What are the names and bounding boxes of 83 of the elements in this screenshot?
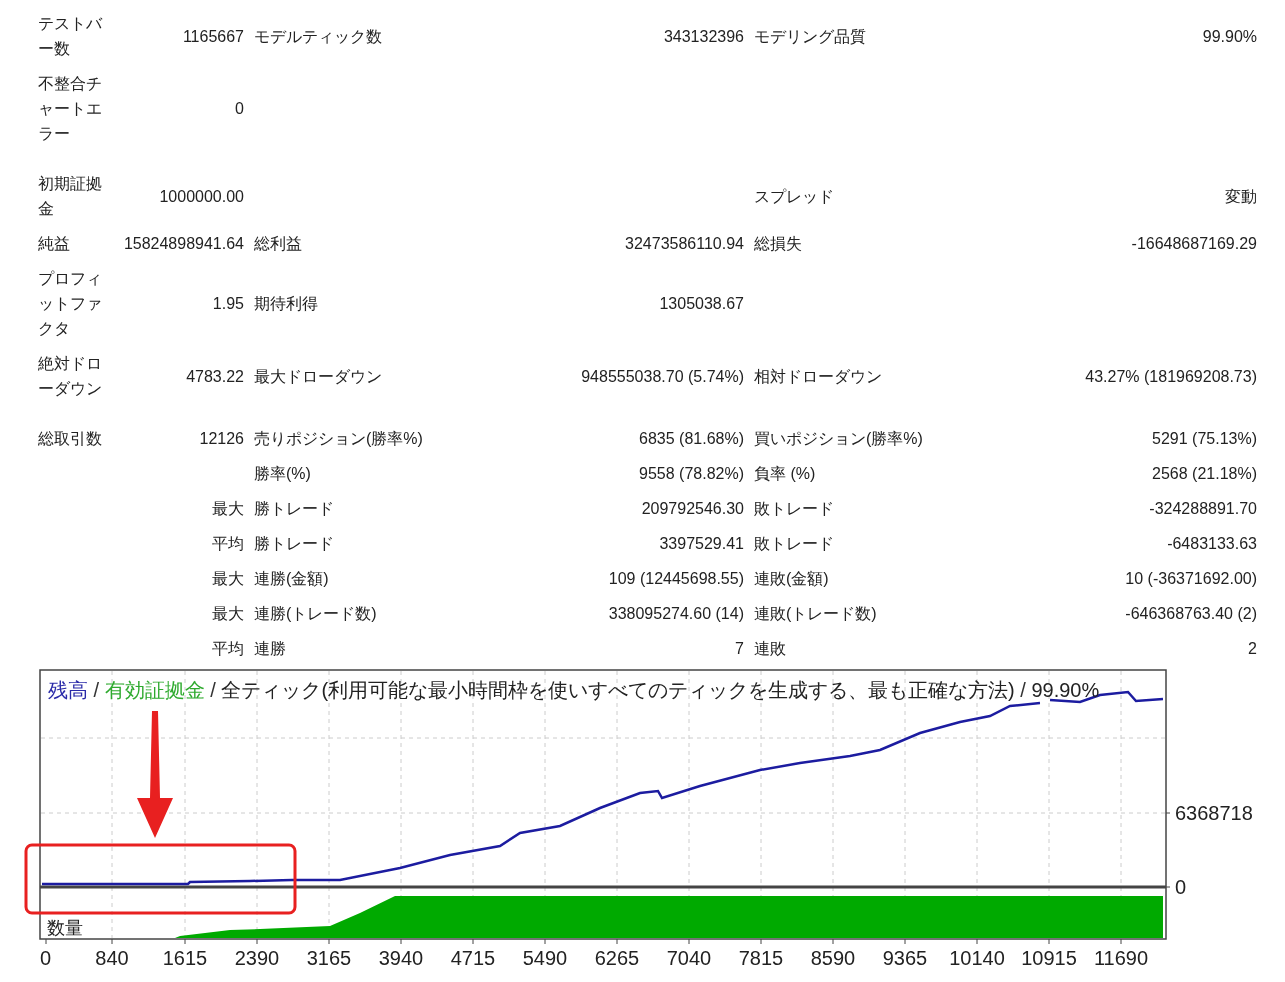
stat-value: 2 xyxy=(1247,639,1257,659)
stat-value: 4783.22 xyxy=(185,366,244,387)
stat-value: 0 xyxy=(234,99,244,119)
stat-value: 最大 xyxy=(211,499,244,519)
stat-value: -646368763.40 (2) xyxy=(1124,604,1257,624)
axis-tick-label: 7040 xyxy=(666,947,712,969)
stat-value: 3397529.41 xyxy=(658,534,744,554)
stat-value: 1165667 xyxy=(181,26,244,47)
stat-label: 勝トレード xyxy=(254,499,335,519)
stat-label: 相対ドローダウン xyxy=(754,366,883,387)
stat-label: 総利益 xyxy=(254,234,303,254)
stat-value: 9558 (78.82%) xyxy=(638,464,744,484)
stat-label: 連勝 xyxy=(254,639,287,659)
axis-tick-label: 6265 xyxy=(594,947,640,969)
axis-tick-label: 5490 xyxy=(522,947,568,969)
axis-tick-label: 0 xyxy=(40,947,52,969)
stat-value: 32473586110.94 xyxy=(624,234,744,254)
stat-value: 1.95 xyxy=(211,294,244,314)
axis-tick-label: 840 xyxy=(95,947,129,969)
stat-value: 5291 (75.13%) xyxy=(1151,429,1257,449)
chart-legend: 残高 / 有効証拠金 / 全ティック(利用可能な最小時間枠を使いすべてのティックを生成する、最も正確な方法) / 99.90% xyxy=(48,679,1100,701)
stat-value: 43.27% (181969208.73) xyxy=(1084,366,1257,387)
stat-label: モデリング品質 xyxy=(754,26,867,47)
axis-tick-label: 0 xyxy=(1175,876,1187,898)
stat-label: 売りポジション(勝率%) xyxy=(254,429,424,449)
stat-value: 最大 xyxy=(211,604,244,624)
stat-value: 変動 xyxy=(1224,186,1257,207)
stat-value: 209792546.30 xyxy=(640,499,744,519)
stat-label: 負率 (%) xyxy=(754,464,817,484)
stat-label: 連敗(トレード数) xyxy=(754,604,878,624)
stat-label: 連勝(金額) xyxy=(254,569,330,589)
stat-label: 不整合チャートエラー xyxy=(38,74,103,144)
axis-tick-label: 3165 xyxy=(306,947,352,969)
stat-label: 勝トレード xyxy=(254,534,335,554)
stat-value: 15824898941.64 xyxy=(122,234,244,254)
stat-label: 連敗(金額) xyxy=(754,569,830,589)
stat-value: 最大 xyxy=(211,569,244,589)
stat-value: 12126 xyxy=(198,429,244,449)
stat-label: 期待利得 xyxy=(254,294,319,314)
stat-value: 99.90% xyxy=(1201,26,1257,47)
stat-label: モデルティック数 xyxy=(254,26,383,47)
volume-label: 数量 xyxy=(47,918,83,938)
stat-label: プロフィットファクタ xyxy=(38,269,103,339)
stat-value: -16648687169.29 xyxy=(1130,234,1257,254)
stat-label: テストバー数 xyxy=(38,14,103,59)
stat-value: 343132396 xyxy=(662,26,744,47)
stat-value: 7 xyxy=(734,639,744,659)
stat-value: 109 (12445698.55) xyxy=(607,569,744,589)
stat-label: 敗トレード xyxy=(754,534,835,554)
stat-value: 10 (-36371692.00) xyxy=(1124,569,1257,589)
stat-value: 6835 (81.68%) xyxy=(638,429,744,449)
stat-value: -6483133.63 xyxy=(1166,534,1257,554)
stat-value: 338095274.60 (14) xyxy=(607,604,744,624)
stat-label: 絶対ドローダウン xyxy=(38,354,103,399)
axis-tick-label: 1615 xyxy=(162,947,208,969)
stat-value: 1305038.67 xyxy=(658,294,744,314)
stat-value: -324288891.70 xyxy=(1148,499,1257,519)
axis-tick-label: 3940 xyxy=(378,947,424,969)
stat-label: 連敗 xyxy=(754,639,787,659)
stat-value: 平均 xyxy=(211,534,244,554)
stat-label: スプレッド xyxy=(754,186,835,207)
stat-value: 平均 xyxy=(211,639,244,659)
stat-value: 948555038.70 (5.74%) xyxy=(580,366,744,387)
stat-label: 純益 xyxy=(38,234,71,254)
axis-tick-label: 4715 xyxy=(450,947,496,969)
stat-label: 勝率(%) xyxy=(254,464,312,484)
axis-tick-label: 2390 xyxy=(234,947,280,969)
axis-tick-label: 9365 xyxy=(882,947,928,969)
stat-label: 初期証拠金 xyxy=(38,174,103,219)
stat-label: 最大ドローダウン xyxy=(254,366,383,387)
stat-label: 総取引数 xyxy=(38,429,103,449)
axis-tick-label: 6368718 xyxy=(1175,802,1253,824)
axis-tick-label: 8590 xyxy=(810,947,856,969)
axis-tick-label: 7815 xyxy=(738,947,784,969)
stat-value: 1000000.00 xyxy=(158,186,244,207)
stat-label: 敗トレード xyxy=(754,499,835,519)
stat-label: 連勝(トレード数) xyxy=(254,604,378,624)
axis-tick-label: 10140 xyxy=(949,947,1005,969)
stat-value: 2568 (21.18%) xyxy=(1151,464,1257,484)
axis-tick-label: 11690 xyxy=(1093,947,1149,969)
stat-label: 総損失 xyxy=(754,234,803,254)
stat-label: 買いポジション(勝率%) xyxy=(754,429,924,449)
axis-tick-label: 10915 xyxy=(1021,947,1077,969)
